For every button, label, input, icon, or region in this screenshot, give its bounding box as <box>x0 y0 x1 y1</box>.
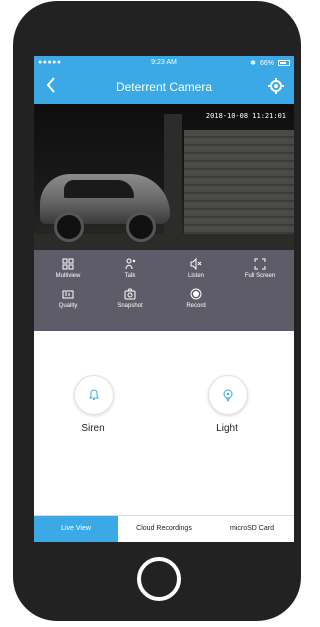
record-icon <box>190 288 202 300</box>
siren-button[interactable] <box>74 375 114 415</box>
quality-button[interactable]: Quality <box>40 288 96 309</box>
actions-panel: Siren Light <box>34 331 294 515</box>
gear-icon[interactable] <box>268 78 284 94</box>
video-scene-pillar <box>164 114 182 250</box>
home-button[interactable] <box>137 557 181 601</box>
battery-icon <box>278 60 290 66</box>
status-bar: ●●●●● 9:23 AM ✱ 66% <box>34 56 294 70</box>
multiview-label: Multiview <box>55 273 81 279</box>
tab-live-view[interactable]: Live View <box>34 516 118 542</box>
fullscreen-label: Full Screen <box>244 273 276 279</box>
fullscreen-button[interactable]: Full Screen <box>232 258 288 279</box>
page-title: Deterrent Camera <box>115 80 213 94</box>
record-button[interactable]: Record <box>168 288 224 309</box>
talk-button[interactable]: Talk <box>102 258 158 279</box>
siren-label: Siren <box>81 423 105 434</box>
battery-percent: 66% <box>259 59 274 67</box>
video-scene-garage-door <box>184 130 294 250</box>
light-button[interactable] <box>208 375 248 415</box>
listen-button[interactable]: Listen <box>168 258 224 279</box>
snapshot-button[interactable]: Snapshot <box>102 288 158 309</box>
speaker-mute-icon <box>190 258 202 270</box>
talk-icon <box>125 258 136 270</box>
camera-icon <box>124 288 136 300</box>
snapshot-label: Snapshot <box>117 303 143 309</box>
bluetooth-icon: ✱ <box>250 60 256 67</box>
video-scene-car-window <box>64 180 134 198</box>
lightbulb-icon <box>223 389 233 402</box>
fullscreen-icon <box>254 258 266 270</box>
quality-label: Quality <box>58 303 78 309</box>
nav-bar: Deterrent Camera <box>34 70 294 104</box>
live-video-feed[interactable]: 2018-10-08 11:21:01 <box>34 104 294 250</box>
tab-microsd-card[interactable]: microSD Card <box>210 516 294 542</box>
bottom-tabs: Live View Cloud Recordings microSD Card <box>34 515 294 542</box>
light-label: Light <box>216 423 238 434</box>
grid-icon <box>62 258 74 270</box>
bell-icon <box>89 389 99 400</box>
talk-label: Talk <box>124 273 136 279</box>
app-screen: ●●●●● 9:23 AM ✱ 66% Deterrent Camera 201… <box>34 56 294 542</box>
tab-cloud-recordings[interactable]: Cloud Recordings <box>118 516 210 542</box>
quality-icon <box>62 290 74 299</box>
phone-frame: ●●●●● 9:23 AM ✱ 66% Deterrent Camera 201… <box>0 0 306 627</box>
video-timestamp: 2018-10-08 11:21:01 <box>205 112 286 120</box>
video-scene-wheel <box>54 212 84 242</box>
listen-label: Listen <box>187 273 204 279</box>
camera-controls: Multiview Talk Listen Full Screen Qualit… <box>34 250 294 331</box>
video-scene-wheel <box>126 212 156 242</box>
multiview-button[interactable]: Multiview <box>40 258 96 279</box>
record-label: Record <box>186 303 206 309</box>
status-right: ✱ 66% <box>250 59 290 67</box>
